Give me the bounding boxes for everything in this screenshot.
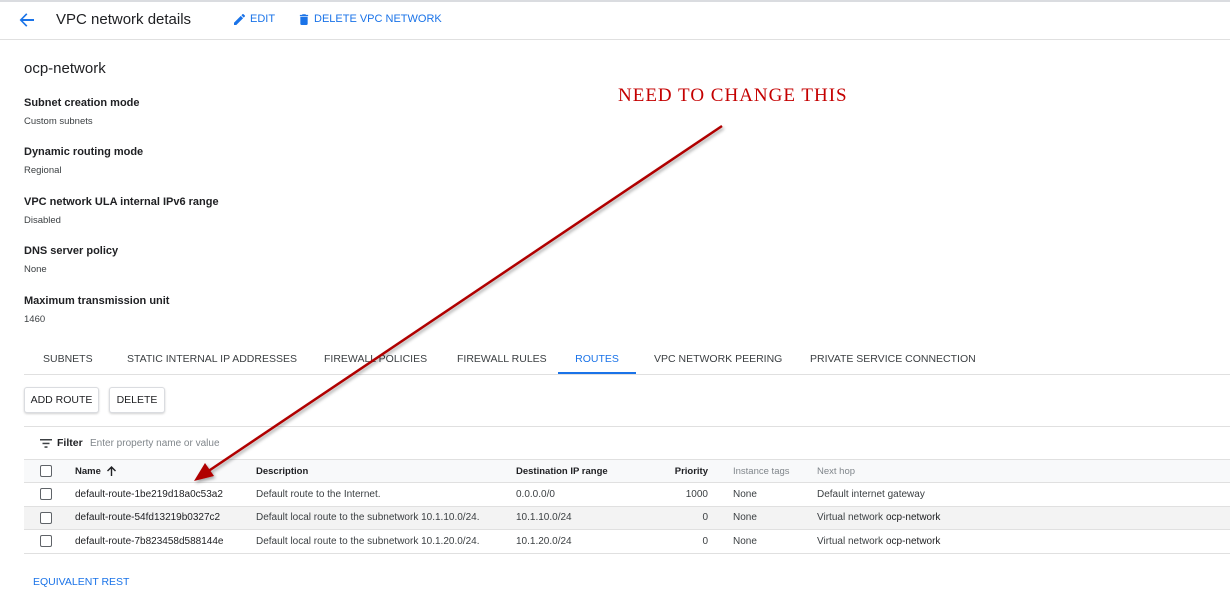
route-destination: 10.1.10.0/24	[516, 512, 572, 524]
page-header: VPC network details EDIT DELETE VPC NETW…	[0, 2, 1230, 40]
edit-label: EDIT	[250, 13, 276, 25]
property-label: Maximum transmission unit	[24, 295, 170, 307]
equivalent-rest-link[interactable]: EQUIVALENT REST	[33, 576, 129, 588]
route-priority: 0	[702, 512, 708, 524]
row-checkbox[interactable]	[40, 488, 52, 500]
property-label: DNS server policy	[24, 245, 119, 257]
route-name[interactable]: default-route-54fd13219b0327c2	[75, 507, 220, 530]
column-header-name-label: Name	[75, 465, 101, 477]
network-name: ocp-network	[24, 60, 106, 77]
property-label: Dynamic routing mode	[24, 146, 144, 158]
property-label: Subnet creation mode	[24, 97, 140, 109]
property-value: None	[24, 264, 47, 275]
table-row: default-route-1be219d18a0c53a2 Default r…	[24, 483, 1230, 507]
sort-ascending-icon	[106, 466, 116, 476]
property-ula-ipv6-range: VPC network ULA internal IPv6 range Disa…	[24, 196, 219, 226]
route-next-hop: Virtual network ocp-network	[817, 530, 940, 553]
route-destination: 0.0.0.0/0	[516, 488, 555, 500]
route-instance-tags: None	[733, 512, 757, 524]
tab-firewall-policies[interactable]: FIREWALL POLICIES	[324, 344, 427, 374]
route-destination: 10.1.20.0/24	[516, 535, 572, 547]
tab-firewall-rules[interactable]: FIREWALL RULES	[457, 344, 547, 374]
route-priority: 0	[702, 535, 708, 547]
next-hop-text: Virtual network	[817, 512, 883, 524]
column-header-next-hop: Next hop	[817, 465, 856, 477]
route-name[interactable]: default-route-1be219d18a0c53a2	[75, 483, 223, 506]
property-dynamic-routing-mode: Dynamic routing mode Regional	[24, 146, 143, 176]
column-header-destination: Destination IP range	[516, 465, 608, 477]
route-priority: 1000	[685, 488, 708, 500]
delete-route-button[interactable]: DELETE	[109, 387, 165, 413]
tab-routes[interactable]: ROUTES	[558, 344, 636, 374]
tab-static-internal-ip-addresses[interactable]: STATIC INTERNAL IP ADDRESSES	[127, 344, 297, 374]
delete-vpc-label: DELETE VPC NETWORK	[314, 13, 442, 25]
add-route-button[interactable]: ADD ROUTE	[24, 387, 99, 413]
table-row: default-route-54fd13219b0327c2 Default l…	[24, 506, 1230, 530]
tab-bar: SUBNETS STATIC INTERNAL IP ADDRESSES FIR…	[24, 344, 1230, 375]
pencil-icon	[234, 13, 245, 25]
route-description: Default route to the Internet.	[256, 488, 381, 500]
row-checkbox[interactable]	[40, 511, 52, 524]
tab-private-service-connection[interactable]: PRIVATE SERVICE CONNECTION	[810, 344, 976, 374]
next-hop-network-link[interactable]: ocp-network	[886, 512, 940, 523]
trash-icon	[299, 13, 309, 25]
column-header-instance-tags: Instance tags	[733, 465, 790, 477]
property-subnet-creation-mode: Subnet creation mode Custom subnets	[24, 97, 140, 127]
routes-table: Name Description Destination IP range Pr…	[24, 460, 1230, 554]
tab-subnets[interactable]: SUBNETS	[43, 344, 93, 374]
page-title: VPC network details	[56, 11, 192, 28]
property-value: Custom subnets	[24, 116, 93, 127]
column-header-name[interactable]: Name	[75, 460, 116, 482]
next-hop-text: Default internet gateway	[817, 488, 925, 500]
property-dns-server-policy: DNS server policy None	[24, 245, 118, 275]
table-row: default-route-7b823458d588144e Default l…	[24, 530, 1230, 554]
property-value: Regional	[24, 165, 62, 176]
column-header-priority: Priority	[674, 465, 708, 477]
row-checkbox[interactable]	[40, 535, 52, 547]
edit-button[interactable]: EDIT	[234, 13, 275, 25]
filter-icon	[40, 439, 52, 448]
column-header-description: Description	[256, 465, 309, 477]
annotation-text: NEED TO CHANGE THIS	[618, 85, 848, 106]
route-instance-tags: None	[733, 535, 757, 547]
route-name[interactable]: default-route-7b823458d588144e	[75, 530, 223, 553]
filter-bar: Filter	[24, 426, 1230, 460]
route-instance-tags: None	[733, 488, 757, 500]
delete-vpc-network-button[interactable]: DELETE VPC NETWORK	[299, 13, 442, 25]
property-mtu: Maximum transmission unit 1460	[24, 295, 169, 325]
select-all-checkbox[interactable]	[40, 465, 52, 477]
route-next-hop: Default internet gateway	[817, 483, 925, 506]
filter-input[interactable]	[90, 433, 390, 453]
tab-vpc-network-peering[interactable]: VPC NETWORK PEERING	[654, 344, 782, 374]
next-hop-network-link[interactable]: ocp-network	[886, 536, 940, 547]
filter-label: Filter	[57, 437, 83, 449]
route-description: Default local route to the subnetwork 10…	[256, 535, 480, 547]
route-next-hop: Virtual network ocp-network	[817, 507, 940, 530]
property-value: 1460	[24, 314, 46, 325]
next-hop-text: Virtual network	[817, 535, 883, 547]
back-arrow-icon[interactable]	[18, 11, 38, 29]
property-label: VPC network ULA internal IPv6 range	[24, 196, 219, 208]
property-value: Disabled	[24, 215, 61, 226]
route-description: Default local route to the subnetwork 10…	[256, 512, 480, 524]
table-header: Name Description Destination IP range Pr…	[24, 460, 1230, 483]
